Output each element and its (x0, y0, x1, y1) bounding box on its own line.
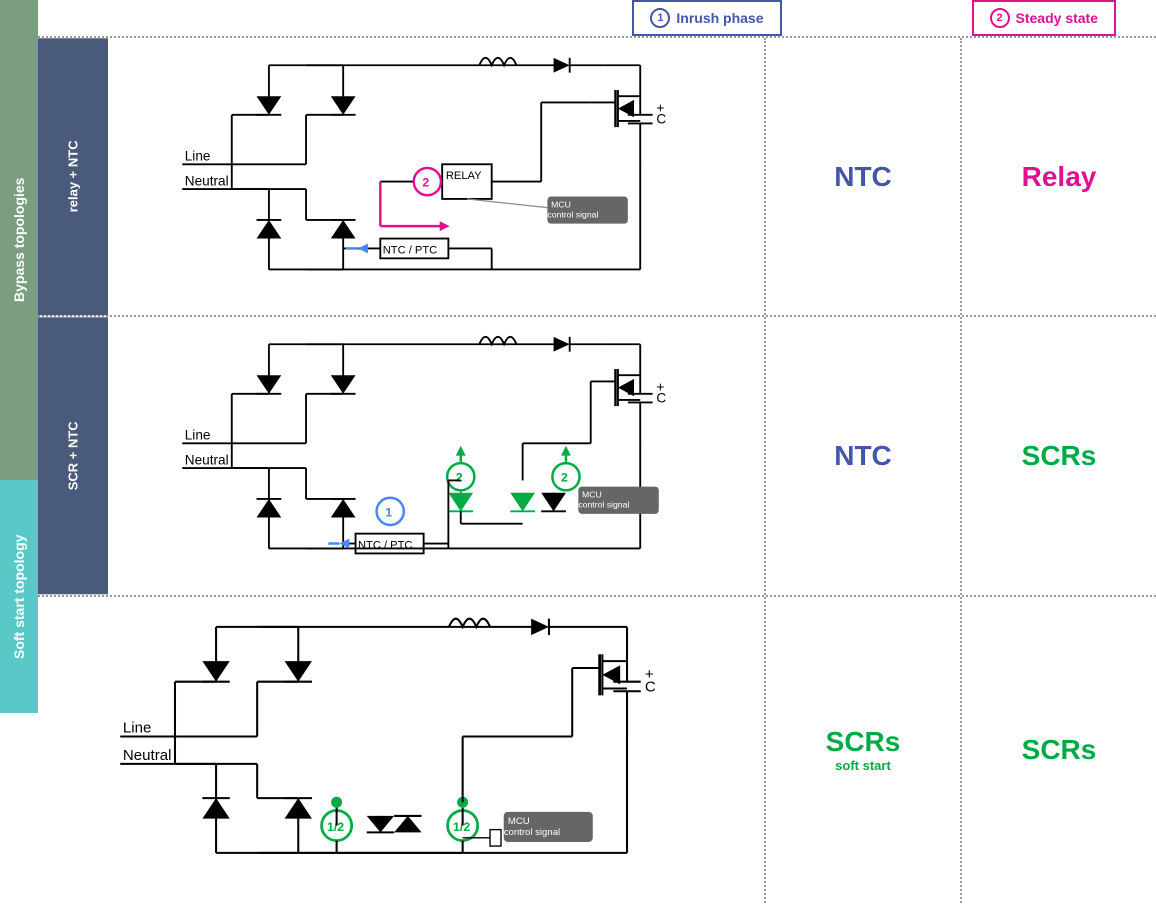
soft-start-row: Line Neutral (38, 597, 1156, 903)
svg-text:Neutral: Neutral (123, 746, 172, 763)
svg-text:Line: Line (185, 428, 211, 443)
soft-start-inrush-text: SCRs soft start (826, 726, 901, 773)
relay-ntc-steady-text: Relay (1022, 161, 1097, 193)
steady-num: 2 (990, 8, 1010, 28)
svg-text:NTC / PTC: NTC / PTC (383, 244, 437, 256)
scr-ntc-inrush-panel: NTC (766, 317, 962, 594)
steady-state-badge: 2 Steady state (972, 0, 1116, 36)
svg-text:2: 2 (422, 176, 429, 190)
svg-text:2: 2 (456, 471, 463, 485)
scr-ntc-row: SCR + NTC (38, 317, 1156, 596)
inrush-phase-label: Inrush phase (676, 10, 763, 26)
steady-state-label: Steady state (1016, 10, 1098, 26)
relay-ntc-inrush-text: NTC (834, 161, 892, 193)
svg-text:RELAY: RELAY (446, 170, 482, 182)
soft-start-steady-text: SCRs (1022, 734, 1097, 766)
relay-ntc-right: NTC Relay (766, 38, 1156, 315)
header-row: 1 Inrush phase 2 Steady state (38, 0, 1156, 38)
soft-start-steady-panel: SCRs (962, 597, 1156, 903)
svg-text:MCU: MCU (582, 490, 602, 500)
soft-start-label: Soft start topology (0, 480, 38, 713)
relay-ntc-steady-panel: Relay (962, 38, 1156, 315)
svg-text:MCU: MCU (508, 816, 530, 827)
svg-text:1: 1 (385, 506, 392, 520)
svg-text:NTC / PTC: NTC / PTC (358, 540, 412, 552)
svg-text:control signal: control signal (504, 827, 560, 838)
inrush-num: 1 (650, 8, 670, 28)
soft-start-circuit: Line Neutral (38, 597, 766, 903)
main-container: Bypass topologies Soft start topology 1 … (0, 0, 1156, 713)
soft-start-inrush-panel: SCRs soft start (766, 597, 962, 903)
inrush-phase-badge: 1 Inrush phase (632, 0, 781, 36)
soft-start-right: SCRs soft start SCRs (766, 597, 1156, 903)
scr-ntc-label: SCR + NTC (38, 317, 108, 594)
svg-text:Line: Line (123, 719, 151, 736)
scr-ntc-steady-text: SCRs (1022, 440, 1097, 472)
svg-text:2: 2 (561, 471, 568, 485)
left-label-container: Bypass topologies Soft start topology (0, 0, 38, 713)
svg-text:MCU: MCU (551, 200, 571, 210)
svg-text:+: + (656, 100, 664, 115)
svg-text:Line: Line (185, 149, 211, 164)
svg-text:control signal: control signal (578, 500, 629, 510)
scr-ntc-right: NTC SCRs (766, 317, 1156, 594)
bypass-label: Bypass topologies (0, 0, 38, 480)
rows-container: relay + NTC (38, 38, 1156, 903)
relay-ntc-inrush-panel: NTC (766, 38, 962, 315)
scr-ntc-inrush-text: NTC (834, 440, 892, 472)
scr-ntc-steady-panel: SCRs (962, 317, 1156, 594)
relay-ntc-circuit: Line Neutral (108, 38, 766, 315)
svg-text:Neutral: Neutral (185, 453, 229, 468)
content-area: 1 Inrush phase 2 Steady state relay + NT… (38, 0, 1156, 713)
relay-ntc-label: relay + NTC (38, 38, 108, 315)
svg-text:+: + (645, 666, 654, 683)
scr-ntc-circuit: Line Neutral (108, 317, 766, 594)
svg-text:Neutral: Neutral (185, 173, 229, 188)
svg-text:control signal: control signal (547, 209, 598, 219)
relay-ntc-row: relay + NTC (38, 38, 1156, 317)
svg-text:+: + (656, 380, 664, 395)
